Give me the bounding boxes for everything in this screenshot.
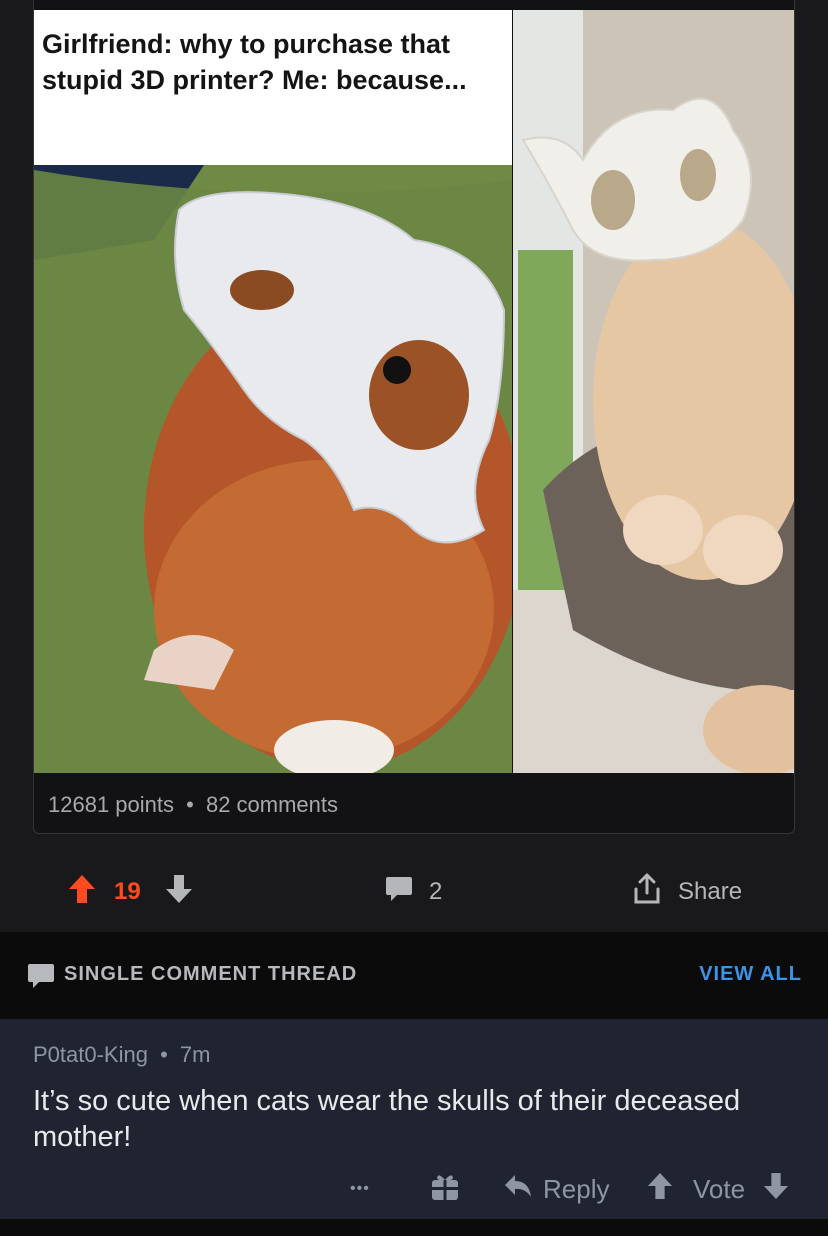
share-button[interactable]: Share [632, 872, 742, 912]
comment-body: It’s so cute when cats wear the skulls o… [33, 1085, 741, 1153]
comments-count: 82 comments [205, 792, 339, 817]
reply-icon [503, 1172, 533, 1207]
comment-meta-separator: • [160, 1042, 168, 1067]
more-options-button[interactable]: ••• [350, 1170, 370, 1208]
thread-title: SINGLE COMMENT THREAD [64, 963, 358, 985]
meme-caption: Girlfriend: why to purchase that stupid … [34, 10, 512, 165]
vote-score: 19 [114, 878, 141, 905]
upvote-icon[interactable] [68, 874, 96, 911]
post-image[interactable]: Girlfriend: why to purchase that stupid … [34, 10, 794, 773]
comment-count: 2 [429, 878, 443, 905]
points-count: 12681 points [48, 792, 174, 817]
award-button[interactable] [430, 1170, 460, 1208]
comment-upvote-icon[interactable] [647, 1172, 673, 1207]
meta-separator: • [186, 792, 194, 817]
cat-photo [513, 10, 794, 773]
share-label: Share [678, 878, 743, 905]
more-options-icon: ••• [350, 1180, 370, 1197]
reply-button[interactable]: Reply [503, 1170, 609, 1208]
downvote-icon[interactable] [165, 874, 193, 911]
guinea-pig-photo: Girlfriend: why to purchase that stupid … [34, 10, 512, 773]
bottom-divider [0, 1219, 828, 1236]
comment-age: 7m [179, 1042, 211, 1067]
comment-downvote-icon[interactable] [763, 1172, 789, 1207]
post-area: Girlfriend: why to purchase that stupid … [0, 0, 828, 932]
chat-bubble-icon [27, 962, 55, 995]
gift-icon [430, 1170, 460, 1209]
post-meta: 12681 points • 82 comments [48, 792, 338, 818]
cat-illustration [513, 10, 794, 773]
comment-vote-group: Vote [647, 1170, 789, 1208]
vote-group: 19 [68, 872, 193, 912]
crosspost-card[interactable]: Girlfriend: why to purchase that stupid … [33, 0, 795, 834]
view-all-link[interactable]: VIEW ALL [699, 963, 802, 986]
reply-label: Reply [543, 1173, 610, 1204]
comment-author[interactable]: P0tat0-King [33, 1042, 148, 1067]
share-icon [632, 873, 662, 912]
comments-button[interactable]: 2 [385, 872, 442, 912]
comment-meta: P0tat0-King • 7m [33, 1042, 210, 1068]
vote-label: Vote [693, 1173, 746, 1204]
comment-icon [385, 874, 413, 911]
